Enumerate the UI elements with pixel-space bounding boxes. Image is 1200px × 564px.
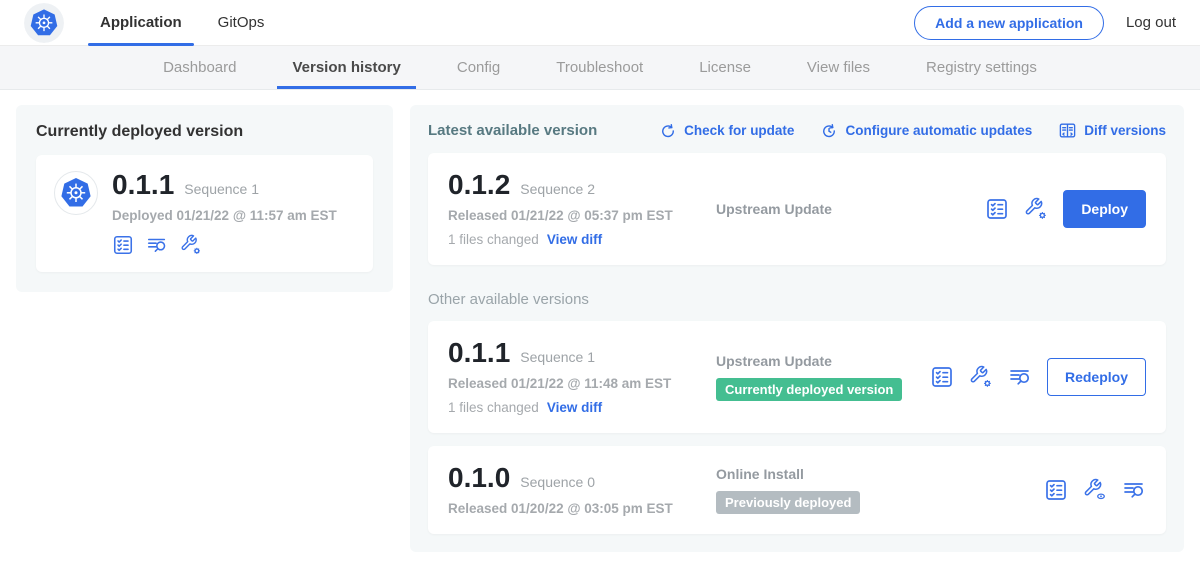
- version-card-0-1-1: 0.1.1 Sequence 1 Released 01/21/22 @ 11:…: [428, 321, 1166, 433]
- release-notes-icon[interactable]: [985, 197, 1009, 221]
- view-diff-link[interactable]: View diff: [547, 400, 602, 415]
- release-notes-icon[interactable]: [112, 234, 134, 256]
- released-timestamp: Released 01/21/22 @ 11:48 am EST: [448, 376, 698, 391]
- top-tabs: Application GitOps: [82, 0, 282, 45]
- release-notes-icon[interactable]: [1044, 478, 1068, 502]
- view-config-wrench-icon[interactable]: [1083, 478, 1107, 502]
- version-card-0-1-0: 0.1.0 Sequence 0 Released 01/20/22 @ 03:…: [428, 446, 1166, 534]
- other-versions-title: Other available versions: [428, 291, 1166, 308]
- view-diff-link[interactable]: View diff: [547, 232, 602, 247]
- version-history-panel: Latest available version Check for updat…: [410, 105, 1184, 552]
- main-content: Currently deployed version: [0, 90, 1200, 564]
- add-application-button[interactable]: Add a new application: [914, 6, 1104, 40]
- tab-gitops[interactable]: GitOps: [200, 0, 283, 45]
- release-notes-icon[interactable]: [930, 365, 954, 389]
- logout-link[interactable]: Log out: [1126, 14, 1176, 31]
- files-changed-label: 1 files changed: [448, 400, 539, 415]
- deployed-version-card: 0.1.1 Sequence 1 Deployed 01/21/22 @ 11:…: [36, 155, 373, 272]
- released-timestamp: Released 01/21/22 @ 05:37 pm EST: [448, 208, 698, 223]
- subnav-license[interactable]: License: [684, 46, 766, 89]
- version-number: 0.1.0: [448, 464, 510, 492]
- view-diff-icon[interactable]: [146, 234, 168, 256]
- previously-deployed-badge: Previously deployed: [716, 491, 860, 514]
- subnav-view-files[interactable]: View files: [792, 46, 885, 89]
- diff-versions-icon: [1058, 121, 1077, 140]
- config-wrench-icon[interactable]: [969, 365, 993, 389]
- version-card-0-1-2: 0.1.2 Sequence 2 Released 01/21/22 @ 05:…: [428, 153, 1166, 265]
- view-diff-icon[interactable]: [1008, 365, 1032, 389]
- app-subnav: Dashboard Version history Config Trouble…: [0, 46, 1200, 90]
- redeploy-button[interactable]: Redeploy: [1047, 358, 1146, 396]
- sequence-label: Sequence 1: [520, 349, 595, 365]
- deployed-timestamp: Deployed 01/21/22 @ 11:57 am EST: [112, 208, 337, 223]
- subnav-config[interactable]: Config: [442, 46, 515, 89]
- view-diff-icon[interactable]: [1122, 478, 1146, 502]
- deployed-sequence-label: Sequence 1: [184, 181, 259, 197]
- files-changed-label: 1 files changed: [448, 232, 539, 247]
- refresh-icon: [659, 122, 677, 140]
- version-source-label: Online Install: [716, 466, 1044, 482]
- configure-automatic-updates-link[interactable]: Configure automatic updates: [820, 122, 1032, 140]
- kubernetes-logo-icon: [24, 3, 64, 43]
- version-number: 0.1.1: [448, 339, 510, 367]
- deployed-version-number: 0.1.1: [112, 171, 174, 199]
- currently-deployed-panel: Currently deployed version: [16, 105, 393, 292]
- config-wrench-icon[interactable]: [180, 234, 202, 256]
- diff-versions-link[interactable]: Diff versions: [1058, 121, 1166, 140]
- version-source-label: Upstream Update: [716, 353, 930, 369]
- version-number: 0.1.2: [448, 171, 510, 199]
- released-timestamp: Released 01/20/22 @ 03:05 pm EST: [448, 501, 698, 516]
- top-bar: Application GitOps Add a new application…: [0, 0, 1200, 46]
- latest-version-title: Latest available version: [428, 122, 597, 139]
- subnav-troubleshoot[interactable]: Troubleshoot: [541, 46, 658, 89]
- sequence-label: Sequence 0: [520, 474, 595, 490]
- check-for-update-link[interactable]: Check for update: [659, 122, 794, 140]
- version-source-label: Upstream Update: [716, 201, 985, 217]
- schedule-update-icon: [820, 122, 838, 140]
- config-wrench-icon[interactable]: [1024, 197, 1048, 221]
- deploy-button[interactable]: Deploy: [1063, 190, 1146, 228]
- tab-application[interactable]: Application: [82, 0, 200, 45]
- app-logo-icon: [54, 171, 98, 215]
- subnav-version-history[interactable]: Version history: [277, 46, 415, 89]
- currently-deployed-badge: Currently deployed version: [716, 378, 902, 401]
- sequence-label: Sequence 2: [520, 181, 595, 197]
- subnav-dashboard[interactable]: Dashboard: [148, 46, 251, 89]
- subnav-registry-settings[interactable]: Registry settings: [911, 46, 1052, 89]
- deployed-panel-title: Currently deployed version: [36, 123, 373, 141]
